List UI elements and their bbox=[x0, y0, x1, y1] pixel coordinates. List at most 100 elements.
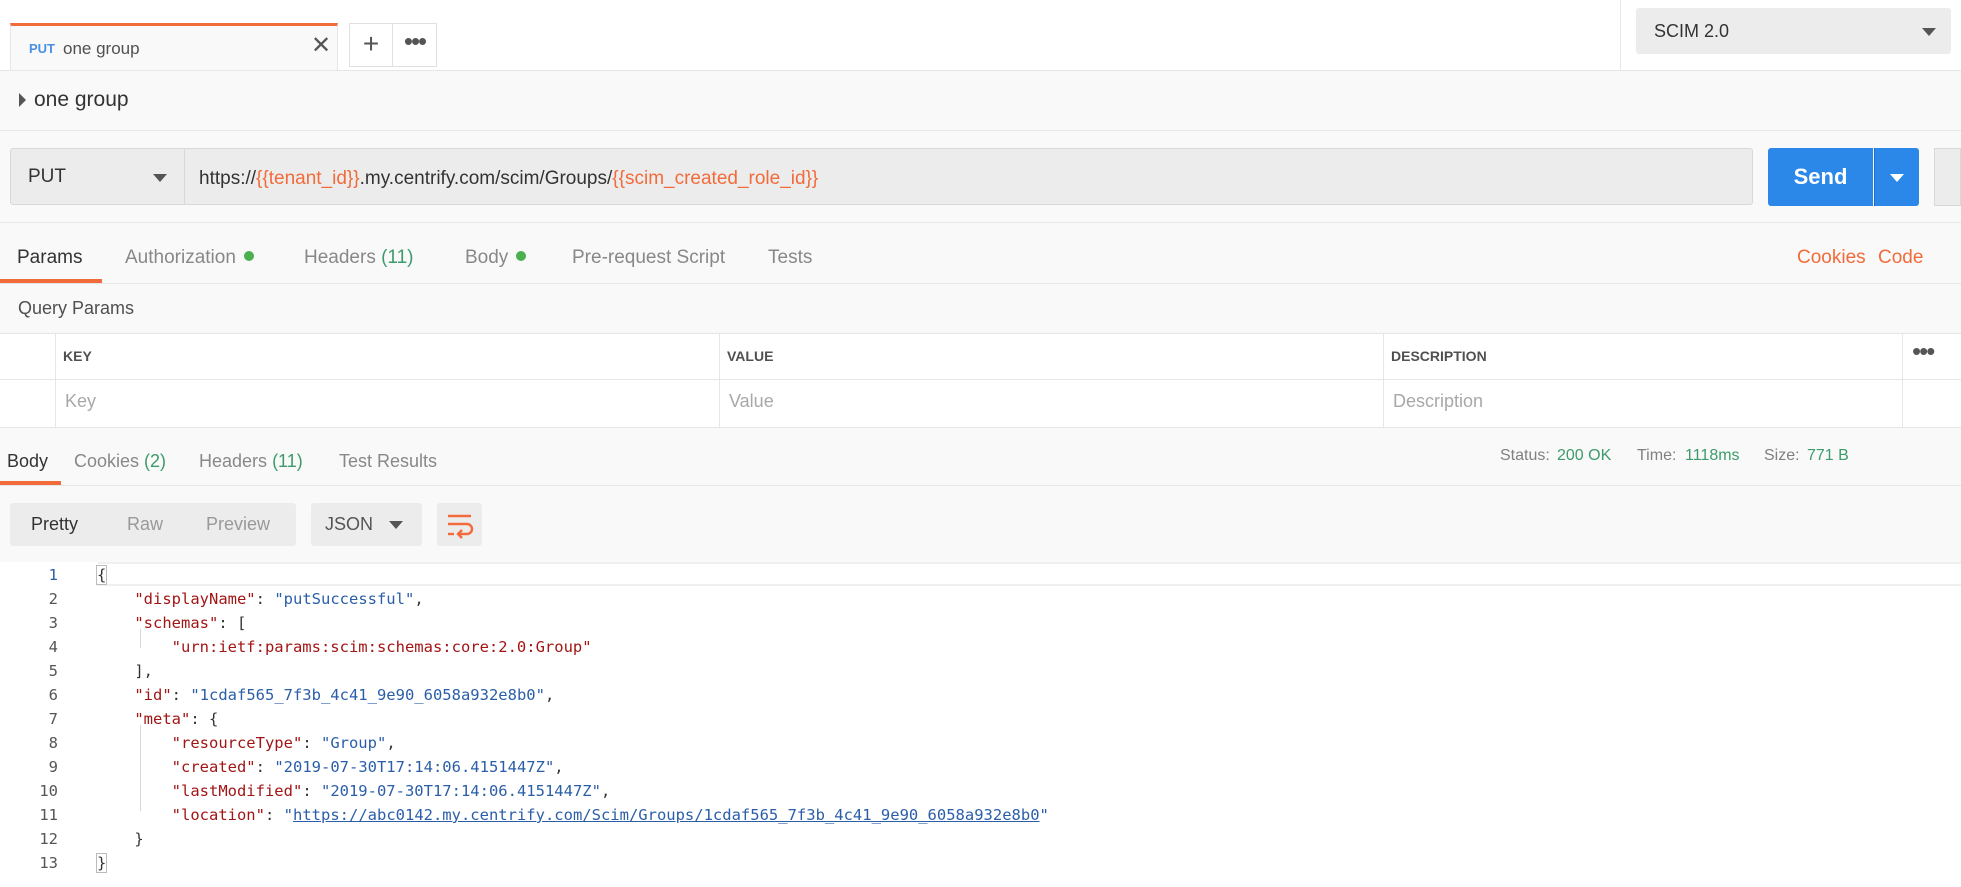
save-button[interactable] bbox=[1934, 148, 1961, 206]
tab-tests[interactable]: Tests bbox=[768, 247, 812, 269]
line-number: 4 bbox=[48, 638, 58, 656]
chevron-down-icon bbox=[389, 521, 403, 529]
line-number: 13 bbox=[39, 854, 58, 872]
format-label: JSON bbox=[325, 514, 374, 534]
cookies-count: (2) bbox=[144, 451, 167, 471]
divider bbox=[0, 222, 1961, 223]
line-number: 10 bbox=[39, 782, 58, 800]
view-mode-group: Pretty Raw Preview bbox=[10, 503, 296, 546]
tab-params[interactable]: Params bbox=[17, 247, 82, 269]
active-dot-icon bbox=[516, 251, 527, 261]
code-line: { bbox=[95, 565, 108, 585]
json-string: "urn:ietf:params:scim:schemas:core:2.0:G… bbox=[171, 638, 592, 656]
time-label: Time: bbox=[1637, 447, 1677, 464]
column-header-description: DESCRIPTION bbox=[1391, 348, 1487, 364]
response-tab-body[interactable]: Body bbox=[7, 451, 48, 472]
line-number: 2 bbox=[48, 590, 58, 608]
column-divider bbox=[1383, 334, 1384, 427]
request-title[interactable]: one group bbox=[34, 88, 129, 112]
format-select[interactable]: JSON bbox=[311, 503, 422, 546]
tab-prerequest-script[interactable]: Pre-request Script bbox=[572, 247, 725, 269]
code-line: "urn:ietf:params:scim:schemas:core:2.0:G… bbox=[97, 638, 592, 656]
code-line: } bbox=[95, 853, 108, 873]
size-value[interactable]: 771 B bbox=[1807, 447, 1849, 465]
key-input[interactable]: Key bbox=[65, 391, 96, 412]
response-body-editor[interactable]: 1 2 3 4 5 6 7 8 9 10 11 12 13 { "display… bbox=[0, 562, 1961, 887]
code-line: "id": "1cdaf565_7f3b_4c41_9e90_6058a932e… bbox=[134, 686, 555, 704]
view-pretty-button[interactable]: Pretty bbox=[31, 514, 78, 535]
row-divider bbox=[0, 379, 1961, 380]
divider bbox=[0, 485, 1961, 486]
code-line: "created": "2019-07-30T17:14:06.4151447Z… bbox=[171, 758, 564, 776]
tab-body[interactable]: Body bbox=[465, 247, 527, 269]
new-tab-button[interactable]: + bbox=[349, 23, 393, 67]
more-options-icon[interactable]: ••• bbox=[1912, 336, 1935, 367]
line-number: 9 bbox=[48, 758, 58, 776]
environment-select[interactable]: SCIM 2.0 bbox=[1636, 8, 1951, 54]
tab-headers[interactable]: Headers (11) bbox=[304, 247, 414, 269]
column-divider bbox=[55, 334, 56, 427]
code-line: "location": "https://abc0142.my.centrify… bbox=[171, 806, 1049, 824]
json-string: "1cdaf565_7f3b_4c41_9e90_6058a932e8b0" bbox=[190, 686, 545, 704]
chevron-down-icon bbox=[1922, 28, 1936, 36]
line-number: 12 bbox=[39, 830, 58, 848]
code-line: "schemas": [ bbox=[134, 614, 247, 632]
line-number: 3 bbox=[48, 614, 58, 632]
description-input[interactable]: Description bbox=[1393, 391, 1483, 412]
line-number: 11 bbox=[39, 806, 58, 824]
send-button[interactable]: Send bbox=[1768, 148, 1873, 206]
code-line: "lastModified": "2019-07-30T17:14:06.415… bbox=[171, 782, 611, 800]
time-value[interactable]: 1118ms bbox=[1685, 447, 1740, 465]
value-input[interactable]: Value bbox=[729, 391, 774, 412]
view-preview-button[interactable]: Preview bbox=[206, 514, 270, 535]
active-line-highlight bbox=[98, 562, 1961, 586]
response-tab-headers[interactable]: Headers (11) bbox=[199, 451, 303, 472]
json-key: "created" bbox=[171, 758, 256, 776]
column-divider bbox=[1902, 334, 1903, 427]
response-tab-cookies-label: Cookies bbox=[74, 451, 140, 471]
tab-bar: PUT one group ✕ + ••• SCIM 2.0 bbox=[0, 0, 1961, 71]
json-key: "schemas" bbox=[134, 614, 219, 632]
line-number: 1 bbox=[48, 566, 58, 584]
json-string: "Group" bbox=[320, 734, 387, 752]
code-link[interactable]: Code bbox=[1878, 247, 1923, 269]
response-tab-cookies[interactable]: Cookies (2) bbox=[74, 451, 166, 472]
tab-method-label: PUT bbox=[29, 41, 55, 56]
request-tab[interactable]: PUT one group ✕ bbox=[10, 23, 338, 70]
expand-arrow-icon[interactable] bbox=[19, 93, 26, 107]
column-header-key: KEY bbox=[63, 348, 92, 364]
json-key: "lastModified" bbox=[171, 782, 303, 800]
column-header-value: VALUE bbox=[727, 348, 774, 364]
url-variable-role-id: {{scim_created_role_id}} bbox=[612, 168, 819, 189]
method-select[interactable]: PUT bbox=[10, 148, 185, 205]
more-tabs-button[interactable]: ••• bbox=[393, 23, 437, 67]
code-line: "displayName": "putSuccessful", bbox=[134, 590, 424, 608]
code-line: "meta": { bbox=[134, 710, 219, 728]
line-number: 7 bbox=[48, 710, 58, 728]
response-tab-headers-label: Headers bbox=[199, 451, 268, 471]
url-input[interactable]: https://{{tenant_id}}.my.centrify.com/sc… bbox=[185, 148, 1753, 205]
headers-count: (11) bbox=[381, 247, 414, 268]
code-line: "resourceType": "Group", bbox=[171, 734, 396, 752]
tab-authorization-label: Authorization bbox=[125, 247, 236, 268]
environment-label: SCIM 2.0 bbox=[1654, 21, 1730, 41]
url-prefix: https:// bbox=[199, 168, 257, 189]
cookies-link[interactable]: Cookies bbox=[1797, 247, 1866, 269]
wrap-icon bbox=[448, 514, 474, 539]
send-options-button[interactable] bbox=[1874, 148, 1919, 206]
json-key: "resourceType" bbox=[171, 734, 303, 752]
query-params-title: Query Params bbox=[18, 298, 135, 318]
tab-headers-label: Headers bbox=[304, 247, 376, 268]
view-raw-button[interactable]: Raw bbox=[127, 514, 163, 535]
chevron-down-icon bbox=[1890, 174, 1904, 182]
tab-authorization[interactable]: Authorization bbox=[125, 247, 254, 269]
line-number: 6 bbox=[48, 686, 58, 704]
line-number: 8 bbox=[48, 734, 58, 752]
close-icon[interactable]: ✕ bbox=[311, 34, 331, 58]
status-value[interactable]: 200 OK bbox=[1557, 447, 1611, 465]
location-link[interactable]: https://abc0142.my.centrify.com/Scim/Gro… bbox=[293, 806, 1040, 824]
response-tab-test-results[interactable]: Test Results bbox=[339, 451, 437, 472]
url-middle: .my.centrify.com/scim/Groups/ bbox=[359, 168, 613, 189]
wrap-lines-button[interactable] bbox=[437, 503, 482, 546]
size-label: Size: bbox=[1764, 447, 1800, 464]
